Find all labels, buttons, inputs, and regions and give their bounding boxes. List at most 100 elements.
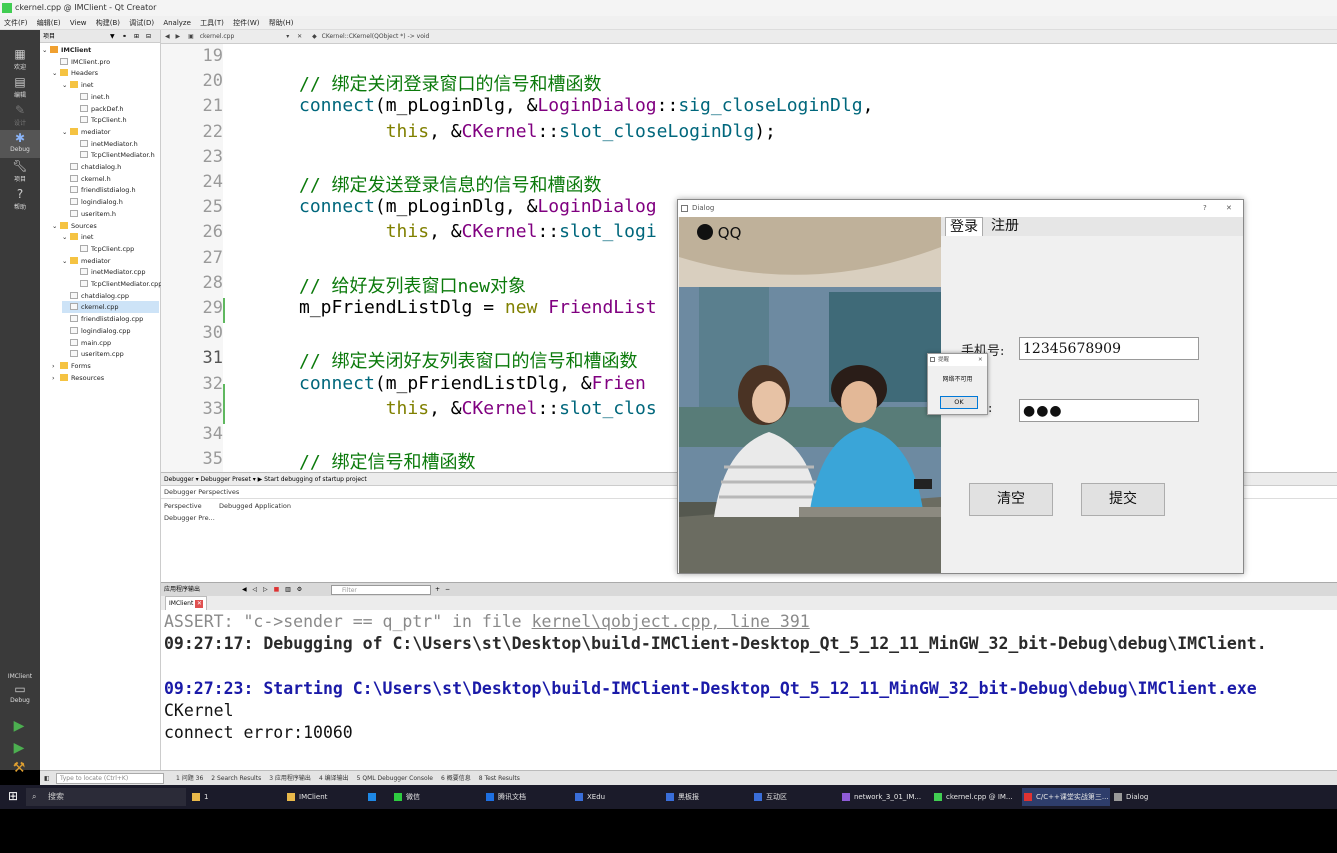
tree-item[interactable]: ⌄ mediator	[62, 126, 159, 138]
taskbar-app-button[interactable]: 黑板报	[664, 788, 750, 806]
application-output[interactable]: ASSERT: "c->sender == q_ptr" in file ker…	[161, 610, 1337, 770]
tree-item[interactable]: inetMediator.h	[72, 138, 159, 150]
tree-item[interactable]: friendlistdialog.cpp	[62, 313, 159, 325]
tree-item[interactable]: TcpClient.h	[72, 114, 159, 126]
expand-arrow-icon[interactable]: ›	[52, 372, 60, 384]
taskbar-app-button[interactable]: Dialog	[1112, 788, 1198, 806]
run-button[interactable]: ▶	[8, 718, 30, 738]
menu-item[interactable]: Analyze	[163, 19, 191, 27]
tree-item[interactable]: inet.h	[72, 91, 159, 103]
add-pane-icon[interactable]: +	[435, 583, 440, 597]
settings-icon[interactable]: ⚙	[297, 586, 302, 593]
open-document-combo[interactable]: ckernel.cpp	[200, 33, 235, 40]
tree-item[interactable]: useritem.h	[62, 208, 159, 220]
project-pane-title[interactable]: 项目	[43, 33, 55, 40]
build-button[interactable]: ⚒	[8, 760, 30, 780]
menu-item[interactable]: 调试(D)	[129, 19, 154, 27]
output-pane-button[interactable]: 4 编译输出	[319, 775, 349, 782]
tree-item[interactable]: IMClient.pro	[52, 56, 159, 68]
next-icon[interactable]: ▷	[263, 586, 268, 593]
close-tab-icon[interactable]: ✕	[195, 600, 204, 608]
output-pane-button[interactable]: 2 Search Results	[211, 775, 261, 782]
tree-item[interactable]: ckernel.h	[62, 173, 159, 185]
menu-item[interactable]: 构建(B)	[96, 19, 120, 27]
clear-icon[interactable]: ▥	[285, 586, 291, 593]
mode-projects[interactable]: 🔧︎ 项目	[0, 158, 40, 186]
close-button[interactable]: ✕	[1226, 200, 1232, 217]
taskbar-app-button[interactable]: XEdu	[573, 788, 659, 806]
mode-edit[interactable]: ▤ 编辑	[0, 74, 40, 102]
expand-arrow-icon[interactable]: ⌄	[62, 231, 70, 243]
submit-button[interactable]: 提交	[1081, 483, 1165, 516]
menu-item[interactable]: 文件(F)	[4, 19, 28, 27]
taskbar-app-button[interactable]: 腾讯文档	[484, 788, 570, 806]
expand-arrow-icon[interactable]: ⌄	[62, 255, 70, 267]
menu-item[interactable]: 编辑(E)	[37, 19, 61, 27]
expand-arrow-icon[interactable]: ›	[52, 360, 60, 372]
tree-item[interactable]: logindialog.cpp	[62, 325, 159, 337]
remove-pane-icon[interactable]: −	[445, 583, 450, 597]
expand-arrow-icon[interactable]: ⌄	[62, 126, 70, 138]
tree-item[interactable]: chatdialog.cpp	[62, 290, 159, 302]
link-icon[interactable]: ⚭	[122, 30, 127, 43]
tree-item[interactable]: ⌄ IMClient	[42, 44, 159, 56]
tab-register[interactable]: 注册	[987, 217, 1023, 236]
phone-input[interactable]: 12345678909	[1019, 337, 1199, 360]
tree-item[interactable]: packDef.h	[72, 103, 159, 115]
tree-item[interactable]: useritem.cpp	[62, 348, 159, 360]
close-document-icon[interactable]: ✕	[297, 33, 302, 40]
forward-arrow-icon[interactable]: ▶	[176, 33, 181, 40]
symbol-combo[interactable]: CKernel::CKernel(QObject *) -> void	[322, 33, 430, 40]
output-filter-input[interactable]: Filter	[331, 585, 431, 595]
menu-item[interactable]: 工具(T)	[200, 19, 224, 27]
mode-design[interactable]: ✎ 设计	[0, 102, 40, 130]
document-dropdown-icon[interactable]: ▾	[286, 33, 289, 40]
mode-debug[interactable]: ✱ Debug	[0, 130, 40, 158]
taskbar-app-button[interactable]: C/C++课堂实战第三...	[1022, 788, 1110, 806]
password-input[interactable]: ●●●	[1019, 399, 1199, 422]
expand-arrow-icon[interactable]: ⌄	[62, 79, 70, 91]
expand-arrow-icon[interactable]: ⌄	[42, 44, 50, 56]
tree-item[interactable]: ckernel.cpp	[62, 301, 159, 314]
stop-icon[interactable]: ■	[274, 586, 280, 593]
taskbar-search[interactable]: ⌕ 搜索	[26, 788, 186, 806]
output-pane-button[interactable]: 8 Test Results	[479, 775, 520, 782]
tree-item[interactable]: › Forms	[52, 360, 159, 372]
taskbar-app-button[interactable]: network_3_01_IM...	[840, 788, 928, 806]
expand-arrow-icon[interactable]: ⌄	[52, 67, 60, 79]
menu-item[interactable]: 控件(W)	[233, 19, 259, 27]
tree-item[interactable]: ⌄ Sources	[52, 220, 159, 232]
debugger-toolbar-text[interactable]: Debugger ▾ Debugger Preset ▾ ▶ Start deb…	[164, 476, 367, 483]
tree-item[interactable]: inetMediator.cpp	[72, 266, 159, 278]
tree-item[interactable]: main.cpp	[62, 337, 159, 349]
output-pane-button[interactable]: 3 应用程序输出	[269, 775, 311, 782]
tree-item[interactable]: friendlistdialog.h	[62, 184, 159, 196]
taskbar-app-button[interactable]: IMClient	[285, 788, 363, 806]
back-arrow-icon[interactable]: ◀	[165, 33, 170, 40]
ok-button[interactable]: OK	[940, 396, 978, 409]
expand-arrow-icon[interactable]: ⌄	[52, 220, 60, 232]
tree-item[interactable]: ⌄ inet	[62, 79, 159, 91]
tree-item[interactable]: › Resources	[52, 372, 159, 384]
tree-item[interactable]: ⌄ mediator	[62, 255, 159, 267]
kit-selector[interactable]: IMClient ▭ Debug	[0, 672, 40, 704]
message-close-icon[interactable]: ✕	[978, 354, 983, 366]
source-link[interactable]: kernel\qobject.cpp, line 391	[532, 612, 810, 631]
menu-item[interactable]: View	[70, 19, 87, 27]
mode-help[interactable]: ? 帮助	[0, 186, 40, 214]
taskbar-app-button[interactable]: ckernel.cpp @ IM...	[932, 788, 1020, 806]
output-pane-button[interactable]: 6 概要信息	[441, 775, 471, 782]
filter-icon[interactable]: ▼	[110, 30, 115, 43]
menu-item[interactable]: 帮助(H)	[269, 19, 294, 27]
taskbar-app-button[interactable]: 微信	[392, 788, 478, 806]
mode-welcome[interactable]: ▦ 欢迎	[0, 46, 40, 74]
close-pane-icon[interactable]: ⊟	[146, 30, 151, 43]
tree-item[interactable]: logindialog.h	[62, 196, 159, 208]
perspective-row[interactable]: Debugger Pre...	[164, 514, 215, 522]
output-pane-button[interactable]: 1 问题 36	[176, 775, 203, 782]
tree-item[interactable]: ⌄ inet	[62, 231, 159, 243]
prev-icon[interactable]: ◁	[252, 586, 257, 593]
help-button[interactable]: ?	[1203, 200, 1207, 217]
taskbar-app-button[interactable]	[366, 788, 388, 806]
taskbar-app-button[interactable]: 互动区	[752, 788, 838, 806]
